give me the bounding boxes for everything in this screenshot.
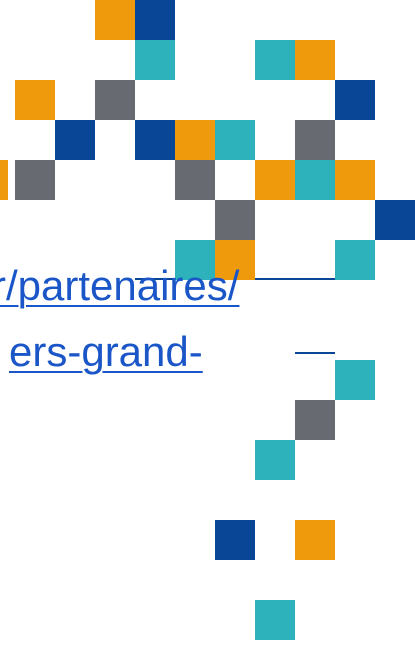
decor-square-orange [295, 520, 335, 560]
decor-square-orange [175, 120, 215, 160]
partner-link-line-2[interactable]: ers-grand- [9, 328, 203, 376]
decor-square-teal [295, 160, 335, 200]
decor-square-orange [335, 160, 375, 200]
decor-square-orange [295, 40, 335, 80]
decor-square-navy [55, 120, 95, 160]
decor-square-teal [255, 440, 295, 480]
decor-square-orange [0, 160, 8, 200]
decor-line [295, 352, 335, 354]
decor-square-orange [15, 80, 55, 120]
decor-square-navy [215, 520, 255, 560]
decor-square-gray [15, 160, 55, 200]
decor-square-orange [255, 160, 295, 200]
decor-square-navy [335, 80, 375, 120]
decor-square-navy [135, 0, 175, 40]
partner-link-line-1[interactable]: r/partenaires/ [0, 262, 239, 310]
decor-square-teal [255, 40, 295, 80]
decor-square-teal [215, 120, 255, 160]
decor-square-gray [175, 160, 215, 200]
decor-square-gray [215, 200, 255, 240]
decor-square-teal [335, 360, 375, 400]
decor-square-teal [135, 40, 175, 80]
decor-square-teal [255, 600, 295, 640]
page-canvas: r/partenaires/ ers-grand- [0, 0, 415, 648]
decor-square-gray [295, 400, 335, 440]
decor-square-gray [295, 120, 335, 160]
decor-square-gray [95, 80, 135, 120]
decor-line [255, 278, 335, 280]
decor-square-teal [335, 240, 375, 280]
decor-square-navy [135, 120, 175, 160]
decor-square-navy [375, 200, 415, 240]
decor-square-orange [95, 0, 135, 40]
